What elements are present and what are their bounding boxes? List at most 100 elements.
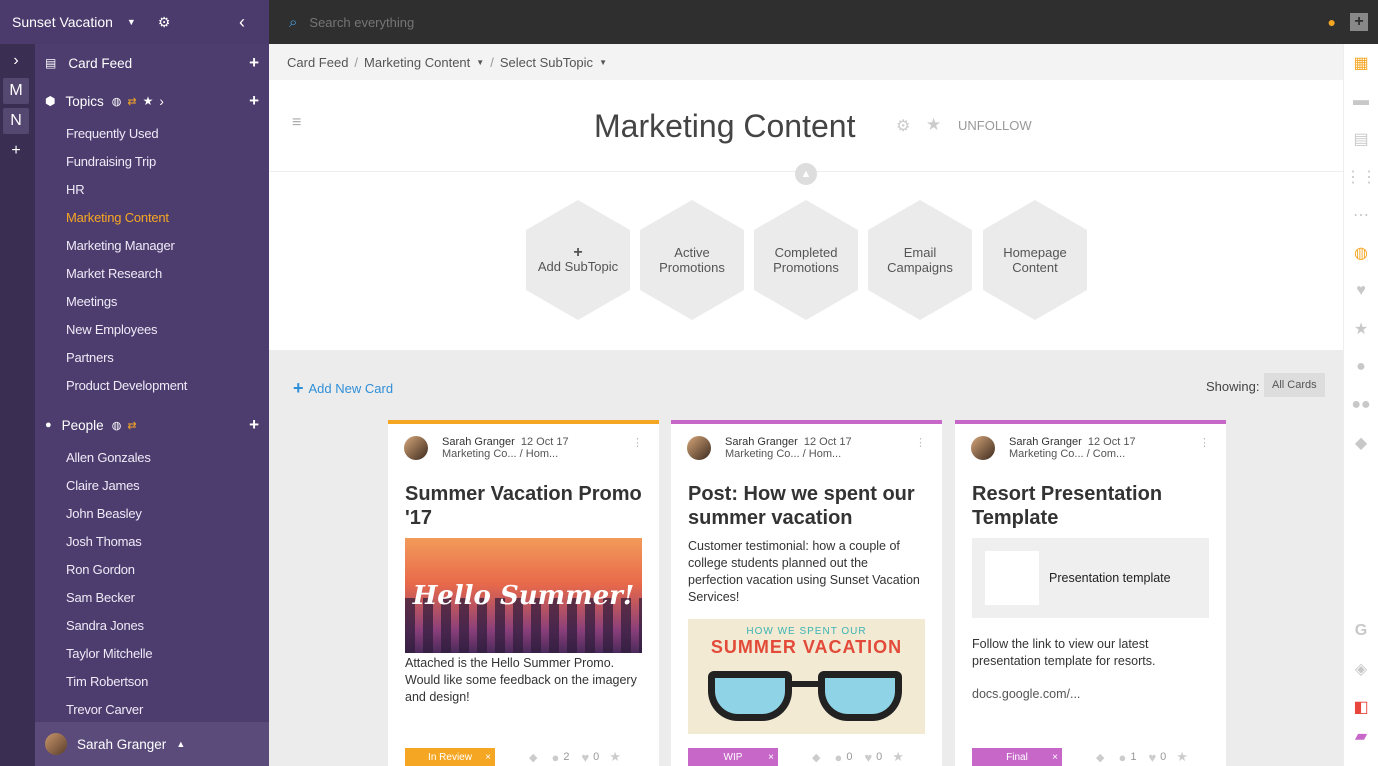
breadcrumb-topic[interactable]: Marketing Content — [364, 55, 470, 70]
tile-view-icon[interactable]: ⋮⋮ — [1344, 158, 1378, 196]
board-view-icon[interactable]: ▤ — [1344, 120, 1378, 158]
caret-down-icon[interactable]: ▼ — [599, 58, 607, 67]
swap-icon[interactable]: ⇄ — [127, 95, 136, 108]
user-status-icon[interactable]: ▰ — [1344, 726, 1378, 746]
close-icon[interactable]: × — [768, 752, 774, 763]
subtopic-email-campaigns[interactable]: Email Campaigns — [868, 200, 972, 320]
sidebar-topics-header[interactable]: ⬢ Topics ◍ ⇄ ★ › + — [35, 82, 269, 120]
card[interactable]: Sarah Granger 12 Oct 17 Marketing Co... … — [955, 420, 1226, 766]
comment-icon[interactable]: ● — [834, 750, 842, 765]
breadcrumb-card-feed[interactable]: Card Feed — [287, 55, 348, 70]
current-user[interactable]: Sarah Granger ▲ — [35, 722, 269, 766]
add-workspace-icon[interactable]: + — [3, 138, 29, 164]
add-icon[interactable]: + — [249, 53, 259, 73]
search-input[interactable] — [309, 14, 610, 30]
breadcrumb-subtopic[interactable]: Select SubTopic — [500, 55, 593, 70]
sidebar-item-topic[interactable]: Market Research — [35, 260, 269, 288]
sidebar-people-header[interactable]: ● People ◍ ⇄ + — [35, 406, 269, 444]
sidebar-item-topic[interactable]: New Employees — [35, 316, 269, 344]
add-icon[interactable]: + — [1350, 13, 1368, 31]
star-icon[interactable]: ★ — [609, 749, 621, 765]
search-icon[interactable]: ⌕ — [289, 14, 297, 31]
sidebar-item-person[interactable]: Taylor Mitchelle — [35, 640, 269, 668]
heart-icon[interactable]: ♥ — [1148, 750, 1156, 765]
swap-icon[interactable]: ⇄ — [127, 419, 136, 432]
star-icon[interactable]: ★ — [1344, 310, 1378, 348]
sidebar-item-person[interactable]: Allen Gonzales — [35, 444, 269, 472]
comment-icon[interactable]: ● — [551, 750, 559, 765]
workspace-header[interactable]: Sunset Vacation ▼ ⚙ ‹ — [0, 0, 269, 44]
list-view-icon[interactable]: ▬ — [1344, 82, 1378, 120]
person-icon[interactable]: ● — [1344, 348, 1378, 386]
unfollow-button[interactable]: UNFOLLOW — [958, 118, 1032, 133]
heart-icon[interactable]: ♥ — [864, 750, 872, 765]
sidebar-item-person[interactable]: Sam Becker — [35, 584, 269, 612]
subtopic-active-promotions[interactable]: Active Promotions — [640, 200, 744, 320]
card-link[interactable]: docs.google.com/... — [955, 670, 1226, 703]
add-subtopic-button[interactable]: + Add SubTopic — [526, 200, 630, 320]
dropbox-icon[interactable]: ◈ — [1344, 650, 1378, 688]
notification-icon[interactable]: ● — [1328, 14, 1336, 30]
collapse-up-icon[interactable]: ▲ — [795, 163, 817, 185]
add-new-card-button[interactable]: + Add New Card — [293, 378, 393, 399]
sidebar-item-person[interactable]: Josh Thomas — [35, 528, 269, 556]
caret-up-icon[interactable]: ▲ — [176, 739, 185, 749]
star-icon[interactable]: ★ — [926, 115, 941, 135]
tag-icon[interactable]: ◆ — [1344, 424, 1378, 462]
google-icon[interactable]: G — [1344, 612, 1378, 650]
group-icon[interactable]: ●● — [1344, 386, 1378, 424]
sidebar-item-person[interactable]: Sandra Jones — [35, 612, 269, 640]
sidebar-item-topic[interactable]: Fundraising Trip — [35, 148, 269, 176]
more-icon[interactable]: ⋮ — [915, 436, 926, 449]
collapse-icon[interactable]: ‹ — [239, 12, 245, 33]
sidebar-item-person[interactable]: Claire James — [35, 472, 269, 500]
card-image[interactable]: Hello Summer! — [405, 538, 642, 653]
workspace-name[interactable]: Sunset Vacation — [12, 14, 113, 30]
sidebar-item-topic[interactable]: Frequently Used — [35, 120, 269, 148]
globe-icon[interactable]: ◍ — [112, 419, 122, 432]
sidebar-item-person[interactable]: Trevor Carver — [35, 696, 269, 724]
gear-icon[interactable]: ⚙ — [158, 14, 171, 31]
sidebar-item-topic[interactable]: HR — [35, 176, 269, 204]
sidebar-item-person[interactable]: Tim Robertson — [35, 668, 269, 696]
more-icon[interactable]: ⋮ — [632, 436, 643, 449]
status-badge[interactable]: Final × — [972, 748, 1062, 766]
more-icon[interactable]: ⋯ — [1344, 196, 1378, 234]
sidebar-item-person[interactable]: Ron Gordon — [35, 556, 269, 584]
tag-icon[interactable]: ◆ — [812, 751, 820, 764]
heart-icon[interactable]: ♥ — [581, 750, 589, 765]
star-icon[interactable]: ★ — [892, 749, 904, 765]
card[interactable]: Sarah Granger 12 Oct 17 Marketing Co... … — [388, 420, 659, 766]
drive-icon[interactable]: ◧ — [1344, 688, 1378, 726]
card-image[interactable]: HOW WE SPENT OUR SUMMER VACATION — [688, 619, 925, 734]
subtopic-homepage-content[interactable]: Homepage Content — [983, 200, 1087, 320]
grid-view-icon[interactable]: ▦ — [1344, 44, 1378, 82]
star-icon[interactable]: ★ — [1176, 749, 1188, 765]
add-topic-icon[interactable]: + — [249, 91, 259, 111]
gear-icon[interactable]: ⚙ — [896, 116, 910, 136]
caret-down-icon[interactable]: ▼ — [127, 17, 136, 27]
card-filter-select[interactable]: All Cards — [1264, 373, 1325, 397]
sidebar-item-topic[interactable]: Meetings — [35, 288, 269, 316]
sidebar-card-feed[interactable]: ▤ Card Feed + — [35, 44, 269, 82]
chevron-right-icon[interactable]: › — [159, 94, 164, 109]
menu-icon[interactable]: ≡ — [292, 114, 301, 132]
status-badge[interactable]: In Review × — [405, 748, 495, 766]
star-icon[interactable]: ★ — [143, 94, 154, 108]
tag-icon[interactable]: ◆ — [529, 751, 537, 764]
sidebar-item-topic[interactable]: Partners — [35, 344, 269, 372]
tag-icon[interactable]: ◆ — [1096, 751, 1104, 764]
caret-down-icon[interactable]: ▼ — [476, 58, 484, 67]
close-icon[interactable]: × — [485, 752, 491, 763]
sidebar-item-topic[interactable]: Marketing Manager — [35, 232, 269, 260]
close-icon[interactable]: × — [1052, 752, 1058, 763]
sidebar-item-person[interactable]: John Beasley — [35, 500, 269, 528]
expand-icon[interactable]: › — [3, 48, 29, 74]
sidebar-item-topic[interactable]: Marketing Content — [35, 204, 269, 232]
add-person-icon[interactable]: + — [249, 415, 259, 435]
comment-icon[interactable]: ● — [1118, 750, 1126, 765]
globe-icon[interactable]: ◍ — [1344, 234, 1378, 272]
attachment-preview[interactable]: Presentation template — [972, 538, 1209, 618]
subtopic-completed-promotions[interactable]: Completed Promotions — [754, 200, 858, 320]
workspace-m[interactable]: M — [3, 78, 29, 104]
